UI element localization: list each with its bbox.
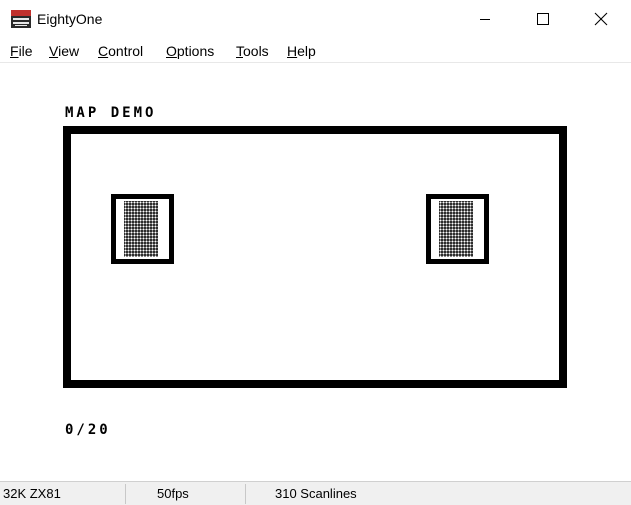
menu-tools-label: ools [243, 43, 269, 59]
menu-control[interactable]: Control [98, 42, 143, 60]
minimize-button[interactable] [456, 0, 514, 38]
status-bar: 32K ZX81 50fps 310 Scanlines [0, 481, 631, 505]
menu-options[interactable]: Options [166, 42, 214, 60]
menu-file-accel: F [10, 43, 19, 59]
menu-control-label: ontrol [108, 43, 144, 59]
menu-help-label: elp [297, 43, 316, 59]
menu-file-label: ile [18, 43, 33, 59]
emulator-display[interactable]: MAP DEMO 0/20 [0, 63, 631, 481]
menu-tools-accel: T [236, 43, 243, 59]
menu-options-label: ptions [176, 43, 215, 59]
zx81-app-icon [11, 10, 31, 28]
left-door-pattern [124, 201, 158, 257]
right-door [426, 194, 489, 264]
menu-help-accel: H [287, 43, 298, 59]
menu-bar: File View Control Options Tools Help [0, 40, 631, 63]
progress-counter: 0/20 [65, 422, 111, 438]
map-demo-heading: MAP DEMO [65, 105, 157, 121]
maximize-button[interactable] [514, 0, 572, 38]
menu-help[interactable]: Help [287, 42, 316, 60]
left-door [111, 194, 174, 264]
menu-options-accel: O [166, 43, 177, 59]
close-icon [594, 12, 608, 26]
status-fps: 50fps [157, 486, 189, 501]
map-frame [63, 126, 567, 388]
menu-file[interactable]: File [10, 42, 33, 60]
maximize-icon [537, 13, 549, 25]
right-door-pattern [439, 201, 473, 257]
window-title: EightyOne [37, 11, 103, 27]
minimize-icon [480, 19, 490, 20]
menu-view[interactable]: View [49, 42, 79, 60]
status-scanlines: 310 Scanlines [275, 486, 357, 501]
close-button[interactable] [572, 0, 630, 38]
menu-view-accel: V [49, 43, 59, 59]
menu-tools[interactable]: Tools [236, 42, 269, 60]
menu-control-accel: C [98, 43, 109, 59]
menu-view-label: iew [58, 43, 80, 59]
status-separator [245, 484, 246, 504]
title-bar: EightyOne [0, 0, 631, 38]
status-separator [125, 484, 126, 504]
status-machine: 32K ZX81 [3, 486, 61, 501]
